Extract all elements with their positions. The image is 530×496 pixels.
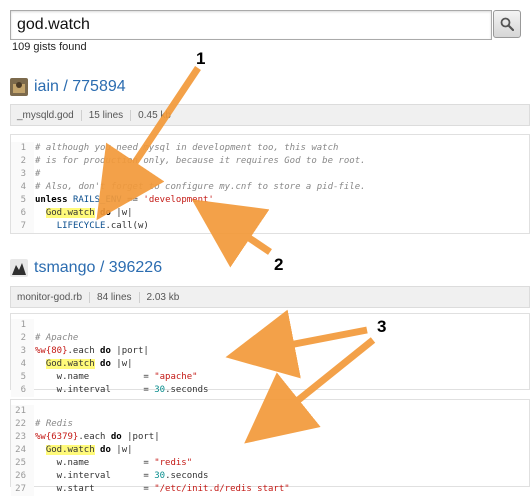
- file-name[interactable]: monitor-god.rb: [17, 291, 91, 303]
- code-text: %w{80}.each do |port|: [35, 346, 149, 356]
- code-text: w.interval = 30.seconds: [35, 385, 209, 395]
- code-table: 21 22 # Redis 23 %w{6379}.each do |port| 24 G…: [11, 405, 291, 496]
- result-count: 109 gists found: [12, 41, 87, 53]
- code-line: 1: [11, 319, 209, 332]
- code-text: w.start = "/etc/init.d/redis start": [35, 484, 290, 494]
- line-number: 24: [11, 444, 34, 457]
- line-number: 25: [11, 457, 34, 470]
- code-text: w.name = "apache": [35, 372, 198, 382]
- avatar: [10, 78, 28, 96]
- file-info-bar: _mysqld.god 15 lines 0.45 kb: [10, 104, 530, 126]
- gist-header: tsmango / 396226: [10, 259, 162, 277]
- gist-title-link[interactable]: tsmango / 396226: [34, 259, 162, 277]
- line-number: 2: [11, 155, 34, 168]
- line-number: 27: [11, 483, 34, 496]
- line-number: 1: [11, 142, 34, 155]
- code-line: 3 #: [11, 168, 367, 181]
- line-number: 7: [11, 220, 34, 233]
- search-button[interactable]: [493, 10, 521, 38]
- line-number: 5: [11, 194, 34, 207]
- search-input[interactable]: [11, 11, 491, 39]
- code-line: 6 God.watch do |w|: [11, 207, 367, 220]
- code-text: %w{6379}.each do |port|: [35, 432, 160, 442]
- code-text: [34, 319, 209, 332]
- code-line: 22 # Redis: [11, 418, 291, 431]
- code-text: God.watch do |w|: [45, 445, 133, 455]
- code-table: 1 # although you need mysql in developmen…: [11, 142, 367, 233]
- line-number: 5: [11, 371, 34, 384]
- code-text: #: [35, 169, 41, 179]
- code-line: 2 # is for production only, because it re…: [11, 155, 367, 168]
- search-icon: [500, 17, 514, 31]
- file-info-bar: monitor-god.rb 84 lines 2.03 kb: [10, 286, 530, 308]
- line-number: 21: [11, 405, 34, 418]
- code-table: 1 2 # Apache 3 %w{80}.each do |port| 4 God.wa…: [11, 319, 209, 397]
- code-text: w.interval = 30.seconds: [35, 471, 209, 481]
- gist-title-link[interactable]: iain / 775894: [34, 78, 126, 96]
- line-number: 4: [11, 358, 34, 371]
- code-text: unless RAILS_ENV == 'development': [35, 195, 214, 205]
- line-number: 22: [11, 418, 34, 431]
- search-box[interactable]: [10, 10, 492, 40]
- line-number: 1: [11, 319, 34, 332]
- code-line: 1 # although you need mysql in developmen…: [11, 142, 367, 155]
- code-text: God.watch do |w|: [45, 359, 133, 369]
- code-line: 23 %w{6379}.each do |port|: [11, 431, 291, 444]
- line-number: 4: [11, 181, 34, 194]
- code-text: God.watch do |w|: [45, 208, 133, 218]
- code-line: 3 %w{80}.each do |port|: [11, 345, 209, 358]
- code-line: 5 w.name = "apache": [11, 371, 209, 384]
- code-text: # Redis: [35, 419, 73, 429]
- code-line: 27 w.start = "/etc/init.d/redis start": [11, 483, 291, 496]
- line-number: 6: [11, 384, 34, 397]
- code-line: 2 # Apache: [11, 332, 209, 345]
- line-number: 6: [11, 207, 34, 220]
- code-block: 1 # although you need mysql in developmen…: [10, 134, 530, 234]
- code-line: 4 God.watch do |w|: [11, 358, 209, 371]
- code-line: 24 God.watch do |w|: [11, 444, 291, 457]
- gist-header: iain / 775894: [10, 78, 126, 96]
- line-number: 26: [11, 470, 34, 483]
- code-text: [34, 405, 291, 418]
- file-name[interactable]: _mysqld.god: [17, 109, 82, 121]
- line-number: 23: [11, 431, 34, 444]
- code-block: 21 22 # Redis 23 %w{6379}.each do |port| 24 G…: [10, 399, 530, 496]
- code-line: 25 w.name = "redis": [11, 457, 291, 470]
- code-text: # although you need mysql in development…: [35, 143, 339, 153]
- code-line: 5 unless RAILS_ENV == 'development': [11, 194, 367, 207]
- file-size: 0.45 kb: [138, 109, 171, 121]
- code-text: # Also, don't forget to configure my.cnf…: [35, 182, 366, 192]
- code-block: 1 2 # Apache 3 %w{80}.each do |port| 4 God.wa…: [10, 313, 530, 397]
- file-size: 2.03 kb: [146, 291, 180, 303]
- code-text: # is for production only, because it req…: [35, 156, 366, 166]
- line-number: 3: [11, 168, 34, 181]
- annotation-number: 1: [196, 49, 205, 68]
- code-text: # Apache: [35, 333, 79, 343]
- code-line: 26 w.interval = 30.seconds: [11, 470, 291, 483]
- code-text: LIFECYCLE.call(w): [56, 221, 149, 231]
- file-lines: 15 lines: [82, 109, 132, 121]
- code-text: w.name = "redis": [35, 458, 193, 468]
- annotation-number: 2: [274, 255, 283, 274]
- line-number: 3: [11, 345, 34, 358]
- code-line: 4 # Also, don't forget to configure my.cn…: [11, 181, 367, 194]
- code-line: 21: [11, 405, 291, 418]
- avatar: [10, 259, 28, 277]
- code-line: 6 w.interval = 30.seconds: [11, 384, 209, 397]
- line-number: 2: [11, 332, 34, 345]
- file-lines: 84 lines: [90, 291, 140, 303]
- code-line: 7 LIFECYCLE.call(w): [11, 220, 367, 233]
